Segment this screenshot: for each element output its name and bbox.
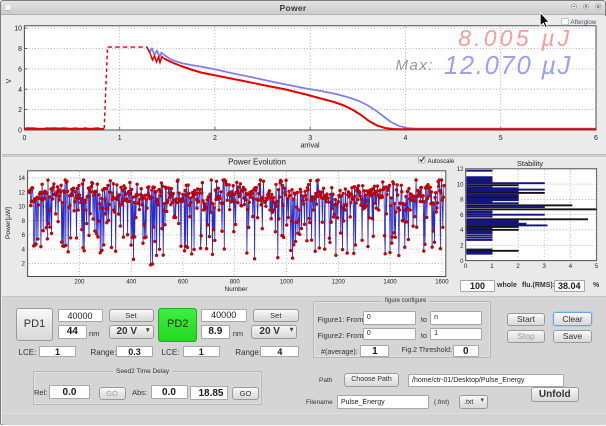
svg-text:10: 10	[457, 182, 464, 188]
svg-text:600: 600	[178, 280, 189, 286]
svg-text:2: 2	[18, 107, 22, 114]
svg-text:Max:: Max:	[395, 57, 434, 74]
svg-text:2: 2	[22, 262, 26, 268]
svg-text:Number: Number	[224, 286, 248, 293]
svg-text:200: 200	[74, 280, 85, 286]
svg-text:Stability: Stability	[517, 159, 544, 168]
svg-text:1: 1	[118, 135, 122, 142]
svg-text:0: 0	[464, 264, 468, 270]
svg-text:8: 8	[18, 46, 22, 53]
svg-text:8.005 µJ: 8.005 µJ	[458, 25, 572, 51]
svg-text:4: 4	[22, 247, 26, 253]
svg-text:1400: 1400	[383, 280, 397, 286]
svg-text:4: 4	[569, 264, 573, 270]
svg-text:Power Evolution: Power Evolution	[228, 158, 286, 167]
svg-text:5: 5	[499, 135, 503, 142]
svg-text:6: 6	[22, 233, 26, 239]
svg-text:1: 1	[490, 264, 494, 270]
svg-text:1000: 1000	[280, 280, 294, 286]
svg-text:0: 0	[22, 135, 26, 142]
svg-text:12: 12	[18, 190, 25, 196]
svg-text:4: 4	[18, 87, 22, 94]
svg-text:Autoscale: Autoscale	[428, 158, 455, 165]
svg-text:arrival: arrival	[300, 143, 320, 150]
svg-text:2: 2	[516, 264, 520, 270]
svg-text:3: 3	[543, 264, 547, 270]
svg-text:14: 14	[18, 176, 25, 182]
svg-text:2: 2	[460, 244, 464, 250]
svg-text:12.070 µJ: 12.070 µJ	[444, 52, 572, 80]
svg-text:4: 4	[404, 135, 408, 142]
svg-text:400: 400	[126, 280, 137, 286]
svg-text:10: 10	[14, 26, 22, 33]
svg-text:1600: 1600	[435, 280, 449, 286]
svg-text:5: 5	[595, 264, 599, 270]
svg-text:4: 4	[460, 228, 464, 234]
svg-text:1200: 1200	[332, 280, 346, 286]
svg-text:2: 2	[213, 135, 217, 142]
svg-text:800: 800	[230, 280, 241, 286]
svg-text:Afterglow: Afterglow	[571, 19, 597, 26]
svg-text:6: 6	[18, 67, 22, 74]
svg-text:8: 8	[22, 219, 26, 225]
svg-text:6: 6	[460, 213, 464, 219]
svg-text:V: V	[6, 78, 13, 83]
svg-text:0: 0	[18, 128, 22, 135]
svg-text:3: 3	[308, 135, 312, 142]
svg-text:8: 8	[460, 198, 464, 204]
svg-text:12: 12	[457, 167, 464, 173]
svg-text:10: 10	[18, 205, 25, 211]
svg-text:6: 6	[594, 135, 598, 142]
svg-text:Power[µW]: Power[µW]	[5, 207, 12, 239]
